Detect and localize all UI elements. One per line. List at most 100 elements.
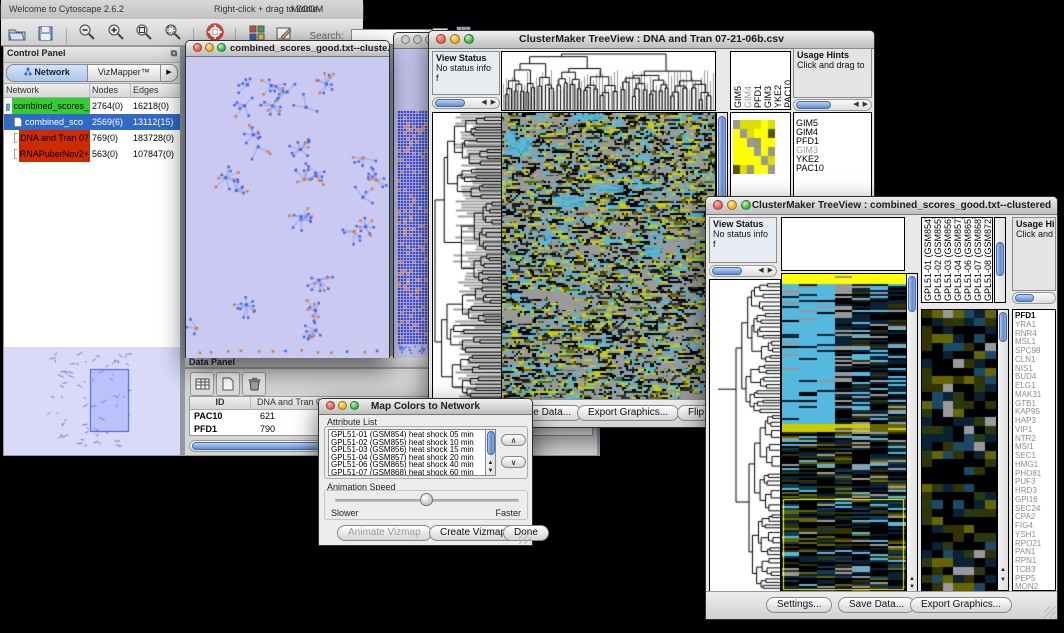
scroll-down-arrow[interactable]: ▼ [907, 583, 917, 591]
export-graphics-button[interactable]: Export Graphics... [910, 597, 1012, 613]
move-up-button[interactable]: ∧ [501, 434, 526, 446]
column-label[interactable]: GPL51-06 (GSM865) [963, 217, 973, 301]
scroll-down-arrow[interactable]: ▼ [998, 576, 1008, 584]
tv2-row-dendrogram[interactable] [709, 279, 781, 593]
attribute-list[interactable]: GPL51-01 (GSM854) heat shock 05 minGPL51… [328, 429, 486, 476]
tv2-heatmap[interactable] [781, 273, 907, 593]
move-down-button[interactable]: ∨ [501, 456, 526, 468]
network1-titlebar[interactable]: combined_scores_good.txt--cluste... [186, 41, 389, 57]
column-label[interactable]: GPL51-07 (GSM868) [973, 217, 983, 301]
scroll-up-arrow[interactable]: ▲ [486, 459, 495, 467]
column-label[interactable]: GIM5 [733, 86, 743, 108]
scroll-thumb[interactable] [718, 116, 726, 201]
tv2-detail-scrollbar[interactable]: ▲ ▼ [997, 309, 1009, 591]
zoom-button[interactable] [464, 34, 474, 44]
export-graphics-button[interactable]: Export Graphics... [577, 405, 679, 421]
zoom-in-button[interactable] [105, 21, 127, 43]
save-button[interactable] [34, 23, 56, 45]
settings-button[interactable]: Settings... [766, 597, 832, 613]
scroll-up-arrow[interactable]: ▲ [907, 575, 917, 583]
zoom-fit-button[interactable] [162, 21, 184, 43]
scroll-thumb[interactable] [1015, 294, 1034, 302]
zoom-button[interactable] [350, 401, 359, 410]
network-overview-panel[interactable] [4, 347, 180, 455]
resize-grip[interactable] [1044, 606, 1056, 618]
minimize-button[interactable] [413, 35, 422, 44]
column-label[interactable]: GPL51-02 (GSM855) [933, 217, 943, 301]
minimize-button[interactable] [205, 43, 214, 52]
close-button[interactable] [713, 200, 723, 210]
close-button[interactable] [326, 401, 335, 410]
attribute-list-scrollbar[interactable]: ▲ ▼ [485, 429, 496, 476]
column-label[interactable]: GPL51-03 (GSM856) [943, 217, 953, 301]
dialog-titlebar[interactable]: Map Colors to Network [319, 399, 532, 415]
close-button[interactable] [436, 34, 446, 44]
tab-vizmapper[interactable]: VizMapper™ [88, 64, 161, 82]
close-button[interactable] [193, 43, 202, 52]
network-row[interactable]: DNA and Tran 07769(0)183728(0) [4, 130, 180, 146]
scroll-arrows[interactable]: ◀ ▶ [853, 100, 869, 110]
close-button[interactable] [401, 35, 410, 44]
new-attribute-button[interactable] [216, 372, 240, 396]
zoom-out-button[interactable] [76, 21, 98, 43]
scroll-down-arrow[interactable]: ▼ [486, 467, 495, 475]
open-file-button[interactable] [6, 23, 28, 45]
float-panel-icon[interactable]: ⧉ [171, 48, 177, 59]
scroll-thumb[interactable] [796, 101, 831, 109]
tab-overflow-button[interactable]: ▶ [161, 64, 178, 82]
network1-canvas[interactable] [186, 57, 389, 358]
column-label[interactable]: GPL51-04 (GSM857) [953, 217, 963, 301]
col-header-network[interactable]: Network [4, 84, 90, 97]
tv2-usage-scrollbar[interactable] [1012, 292, 1056, 304]
minimize-button[interactable] [338, 401, 347, 410]
tv1-detail-heatmap[interactable] [733, 120, 776, 174]
tv1-column-dendrogram[interactable] [501, 51, 716, 111]
treeview1-titlebar[interactable]: ClusterMaker TreeView : DNA and Tran 07-… [429, 31, 874, 49]
scroll-arrows[interactable]: ◀ ▶ [758, 266, 774, 276]
scroll-arrows[interactable]: ◀ ▶ [481, 98, 497, 108]
tv2-hscrollbar[interactable]: ◀ ▶ [709, 265, 777, 277]
scroll-thumb[interactable] [996, 242, 1004, 276]
minimize-button[interactable] [727, 200, 737, 210]
attr-col-id[interactable]: ID [190, 397, 251, 409]
zoom-selected-button[interactable] [133, 21, 155, 43]
scroll-thumb[interactable] [712, 267, 742, 275]
zoom-button[interactable] [217, 43, 226, 52]
gene-label[interactable]: PAC10 [796, 164, 869, 173]
resize-grip[interactable] [519, 532, 531, 544]
attribute-item[interactable]: GPL51-07 (GSM868) heat shock 60 min [331, 469, 483, 476]
scroll-up-arrow[interactable]: ▲ [998, 566, 1008, 574]
network-row[interactable]: combined_scores_2764(0)16218(0) [4, 98, 180, 114]
scroll-thumb[interactable] [999, 312, 1007, 342]
save-data-button[interactable]: Save Data... [838, 597, 915, 613]
tv1-heatmap[interactable] [501, 112, 716, 402]
column-label[interactable]: GIM4 [743, 86, 753, 108]
animate-vizmap-button[interactable]: Animate Vizmap [337, 525, 432, 541]
scroll-thumb[interactable] [487, 431, 495, 455]
tv1-usage-scrollbar[interactable]: ◀ ▶ [793, 99, 872, 111]
tv2-vscrollbar[interactable]: ▲ ▼ [906, 273, 918, 593]
tv2-column-dendrogram[interactable] [781, 217, 905, 271]
minimize-button[interactable] [450, 34, 460, 44]
column-label[interactable]: PAC10 [783, 80, 791, 108]
column-label[interactable]: GPL51-08 (GSM872) [983, 217, 993, 301]
delete-attribute-button[interactable] [242, 372, 266, 396]
network-row[interactable]: combined_sco2569(6)13112(15) [4, 114, 180, 130]
zoom-button[interactable] [741, 200, 751, 210]
tv2-collabel-scrollbar[interactable] [994, 217, 1006, 303]
attribute-select-button[interactable] [190, 372, 214, 396]
column-label[interactable]: PFD1 [753, 85, 763, 108]
column-label[interactable]: YKE2 [773, 85, 783, 108]
tv2-detail-heatmap[interactable] [921, 309, 997, 593]
tab-network[interactable]: Network [6, 64, 88, 82]
col-header-nodes[interactable]: Nodes [90, 84, 131, 97]
tv1-row-dendrogram[interactable] [432, 112, 502, 402]
speed-slider-thumb[interactable] [420, 493, 433, 506]
treeview2-titlebar[interactable]: ClusterMaker TreeView : combined_scores_… [706, 197, 1057, 215]
network-row[interactable]: RNAPuberNov2+563(0)107847(0) [4, 146, 180, 162]
column-label[interactable]: GPL51-01 (GSM854) [923, 217, 933, 301]
gene-label[interactable]: MON2 [1015, 583, 1053, 591]
scroll-thumb[interactable] [908, 276, 916, 312]
column-label[interactable]: GIM3 [763, 86, 773, 108]
tv1-hscrollbar[interactable]: ◀ ▶ [432, 97, 500, 109]
